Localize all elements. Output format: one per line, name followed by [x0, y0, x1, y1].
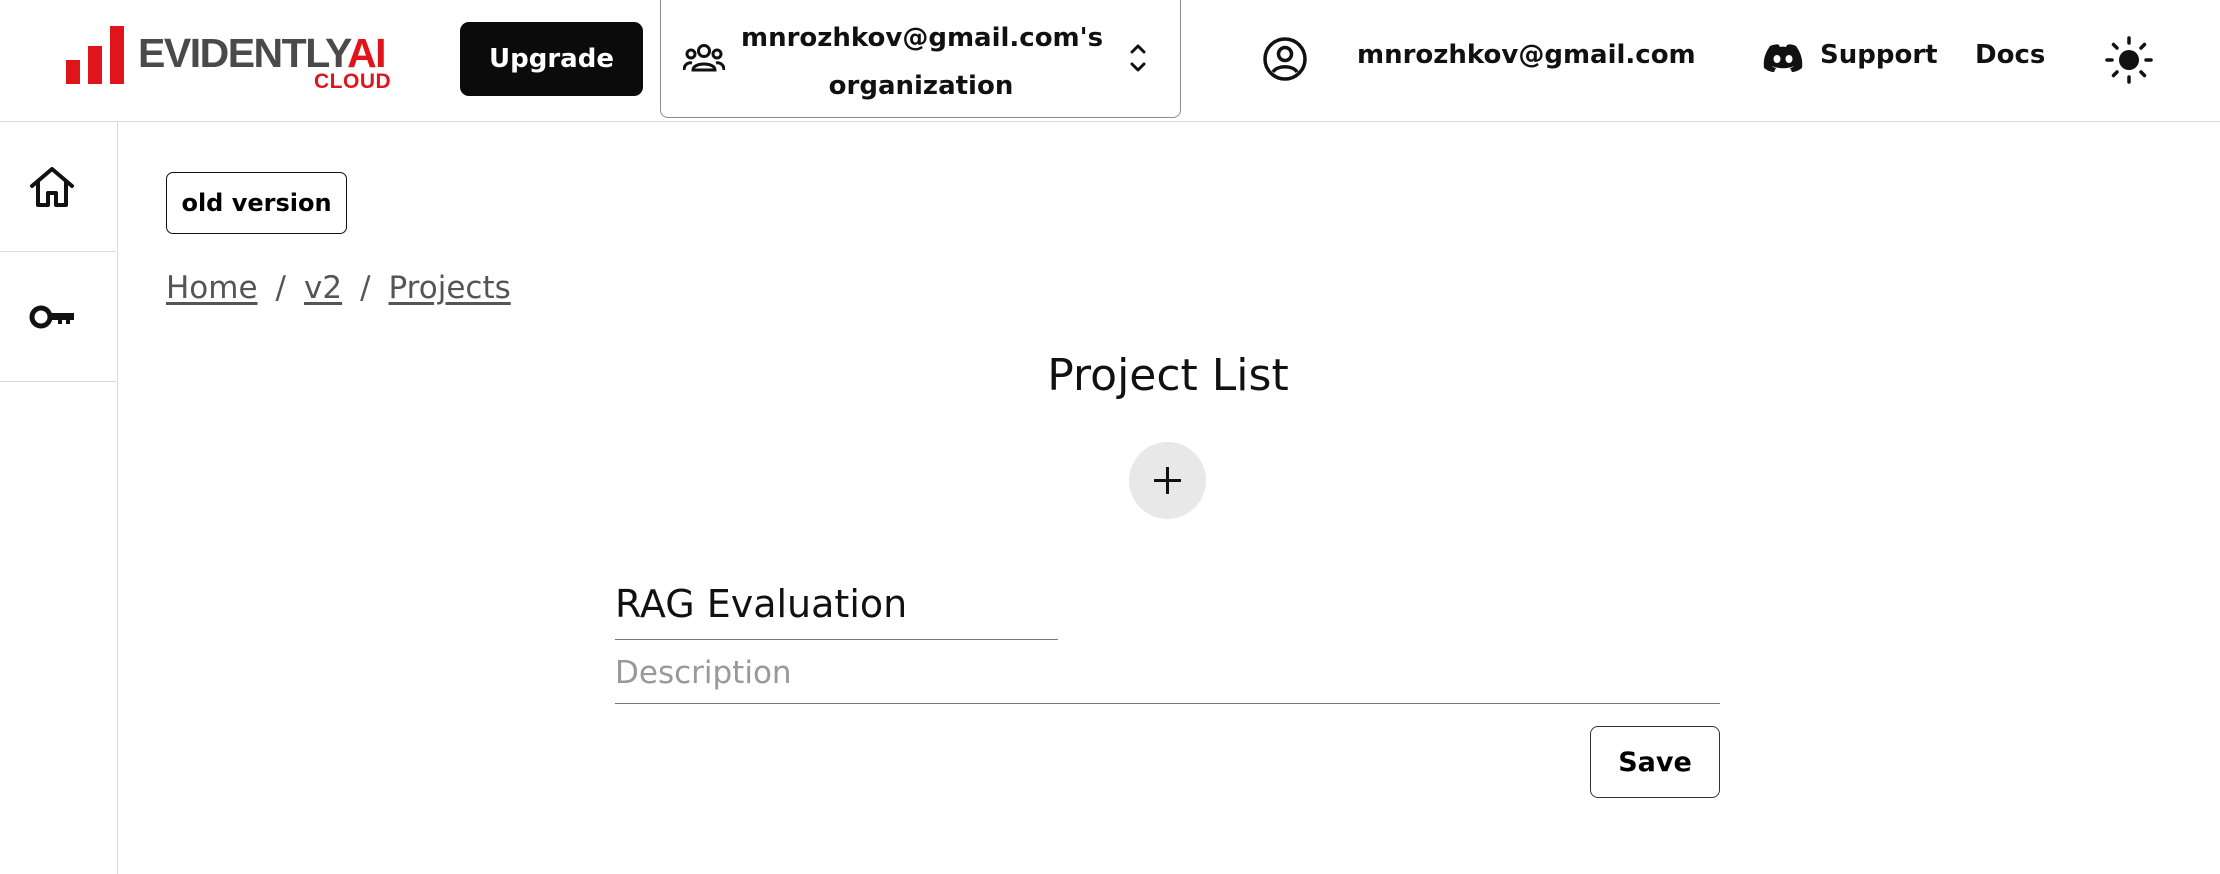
organization-name: mnrozhkov@gmail.com's organization — [741, 23, 1104, 101]
account-circle-icon[interactable] — [1262, 36, 1308, 82]
sidebar-item-api-keys[interactable] — [0, 252, 116, 382]
breadcrumb-separator: / — [275, 270, 286, 306]
discord-icon[interactable] — [1762, 42, 1804, 74]
upgrade-button[interactable]: Upgrade — [460, 22, 643, 96]
top-header: EVIDENTLYAI CLOUD Upgrade mnrozhkov@gmai… — [0, 0, 2220, 122]
project-description-input[interactable]: Description — [615, 650, 1720, 704]
save-button[interactable]: Save — [1590, 726, 1720, 798]
sidebar-item-home[interactable] — [0, 122, 116, 252]
sidebar — [0, 122, 118, 874]
chevron-up-down-icon — [1130, 44, 1146, 72]
sun-icon[interactable] — [2105, 36, 2153, 84]
organization-select[interactable]: mnrozhkov@gmail.com's organization — [660, 0, 1181, 118]
old-version-button[interactable]: old version — [166, 172, 347, 234]
group-icon — [683, 44, 725, 72]
home-icon — [30, 167, 74, 207]
breadcrumb-v2[interactable]: v2 — [304, 270, 342, 306]
add-project-button[interactable] — [1129, 442, 1206, 519]
account-email[interactable]: mnrozhkov@gmail.com — [1357, 40, 1696, 70]
logo-bars-icon — [66, 26, 124, 84]
breadcrumb-home[interactable]: Home — [166, 270, 258, 306]
page-title: Project List — [1047, 350, 1289, 401]
project-name-input[interactable]: RAG Evaluation — [615, 578, 1058, 640]
evidently-logo[interactable]: EVIDENTLYAI CLOUD — [66, 22, 396, 93]
logo-cloud-text: CLOUD — [314, 70, 392, 93]
docs-link[interactable]: Docs — [1975, 40, 2045, 70]
key-icon — [29, 305, 74, 329]
plus-icon — [1154, 467, 1181, 494]
breadcrumb-projects[interactable]: Projects — [389, 270, 511, 306]
support-link[interactable]: Support — [1820, 40, 1938, 70]
breadcrumb: Home / v2 / Projects — [166, 270, 511, 306]
breadcrumb-separator: / — [360, 270, 371, 306]
